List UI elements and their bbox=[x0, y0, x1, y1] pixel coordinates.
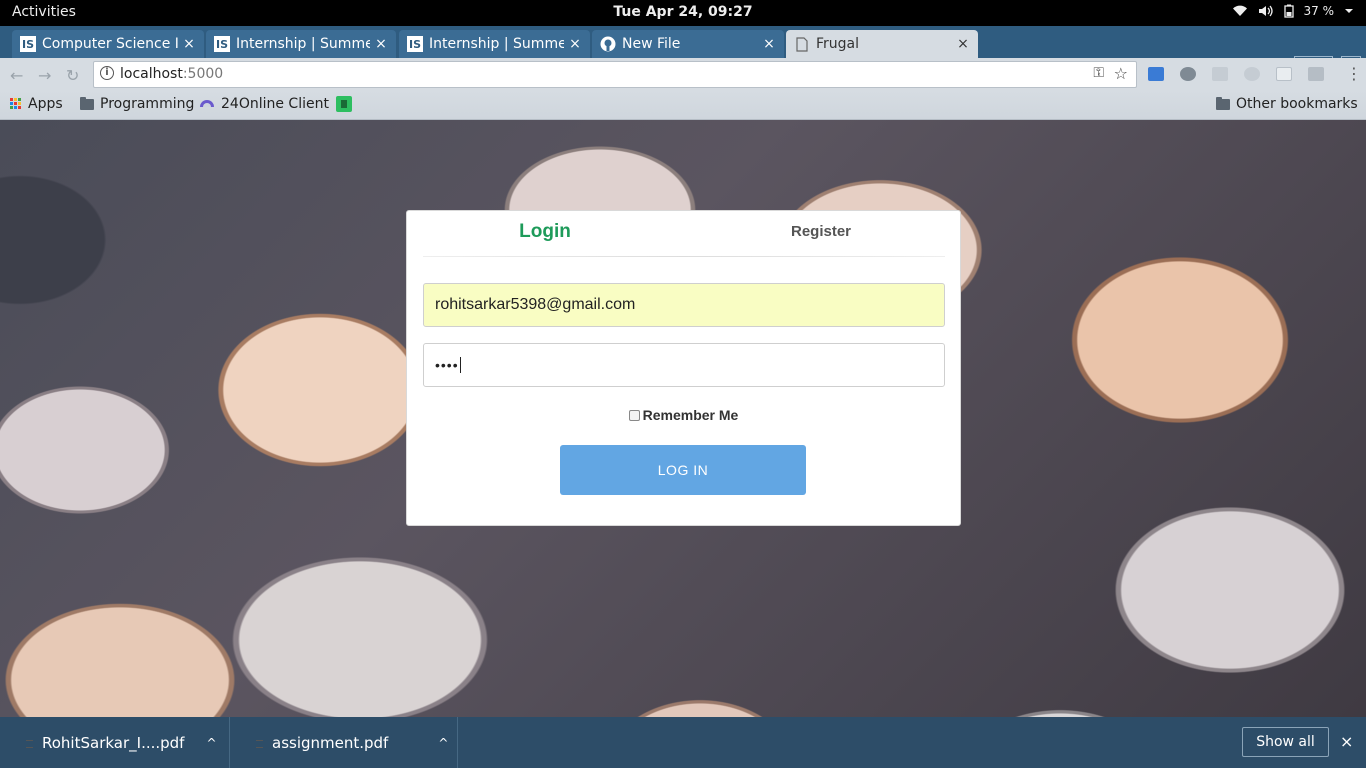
github-icon bbox=[600, 36, 616, 52]
tab-close-icon[interactable]: × bbox=[956, 36, 970, 52]
system-status-area[interactable]: 37 % bbox=[1232, 4, 1355, 18]
bookmark-label: Other bookmarks bbox=[1236, 96, 1358, 112]
login-card: Login Register rohitsarkar5398@gmail.com… bbox=[406, 210, 961, 526]
extension-5-icon[interactable] bbox=[1276, 67, 1292, 81]
tab-close-icon[interactable]: × bbox=[568, 36, 582, 52]
system-clock[interactable]: Tue Apr 24, 09:27 bbox=[0, 4, 1366, 20]
browser-tab-1[interactable]: IS Computer Science In × bbox=[12, 30, 204, 58]
tab-title: New File bbox=[622, 36, 681, 52]
is-favicon-icon: IS bbox=[214, 36, 230, 52]
bookmark-24online[interactable]: 24Online Client bbox=[199, 96, 329, 112]
download-filename: assignment.pdf bbox=[272, 733, 389, 752]
tab-register[interactable]: Register bbox=[683, 223, 959, 240]
extension-2-icon[interactable] bbox=[1180, 67, 1196, 81]
remember-me: Remember Me bbox=[407, 407, 960, 423]
show-all-downloads-button[interactable]: Show all bbox=[1242, 727, 1329, 757]
extension-3-icon[interactable] bbox=[1212, 67, 1228, 81]
folder-icon bbox=[80, 96, 94, 110]
browser-tab-2[interactable]: IS Internship | Summer × bbox=[206, 30, 396, 58]
tab-title: Internship | Summer bbox=[236, 36, 370, 52]
is-favicon-icon: IS bbox=[407, 36, 423, 52]
chevron-up-icon[interactable]: ^ bbox=[438, 736, 448, 750]
bookmark-label: Programming bbox=[100, 96, 195, 112]
download-filename: RohitSarkar_I....pdf bbox=[42, 733, 185, 752]
lightbulb-extension-icon[interactable] bbox=[1244, 67, 1260, 81]
address-bar[interactable]: i localhost:5000 ⚿ ☆ bbox=[93, 61, 1137, 88]
text-caret bbox=[459, 357, 461, 373]
bookmark-star-icon[interactable]: ☆ bbox=[1114, 64, 1128, 83]
download-shelf: RohitSarkar_I....pdf ^ assignment.pdf ^ … bbox=[0, 717, 1366, 768]
tab-divider bbox=[423, 256, 945, 257]
apps-grid-icon bbox=[10, 98, 22, 110]
login-button[interactable]: LOG IN bbox=[560, 445, 806, 495]
bookmark-label: 24Online Client bbox=[221, 96, 329, 112]
tab-title: Internship | Summer bbox=[429, 36, 564, 52]
24online-icon bbox=[199, 96, 215, 112]
bookmark-apps[interactable]: Apps bbox=[10, 96, 63, 112]
chevron-up-icon[interactable]: ^ bbox=[206, 736, 216, 750]
browser-tab-3[interactable]: IS Internship | Summer × bbox=[399, 30, 590, 58]
other-bookmarks[interactable]: Other bookmarks bbox=[1216, 96, 1358, 112]
bookmark-label: Apps bbox=[28, 96, 63, 112]
reload-button[interactable]: ↻ bbox=[66, 66, 79, 85]
back-button[interactable]: ← bbox=[10, 66, 23, 85]
volume-icon bbox=[1258, 5, 1274, 17]
browser-toolbar: ← → ↻ i localhost:5000 ⚿ ☆ ⋮ bbox=[0, 58, 1366, 90]
browser-tab-5-active[interactable]: Frugal × bbox=[786, 30, 978, 58]
tab-title: Computer Science In bbox=[42, 36, 178, 52]
browser-tab-strip: IS Computer Science In × IS Internship |… bbox=[0, 26, 1366, 78]
evernote-icon bbox=[336, 96, 352, 116]
password-field[interactable]: •••• bbox=[423, 343, 945, 387]
download-item[interactable]: RohitSarkar_I....pdf ^ bbox=[0, 717, 230, 768]
site-info-icon[interactable]: i bbox=[100, 66, 114, 80]
battery-icon bbox=[1283, 4, 1294, 18]
bookmarks-bar: Apps Programming 24Online Client Other b… bbox=[0, 90, 1366, 120]
email-value: rohitsarkar5398@gmail.com bbox=[435, 296, 636, 313]
system-top-bar: Activities Tue Apr 24, 09:27 37 % bbox=[0, 0, 1366, 26]
page-icon bbox=[794, 36, 810, 52]
bookmark-programming[interactable]: Programming bbox=[80, 96, 194, 112]
folder-icon bbox=[1216, 96, 1230, 110]
browser-tab-4[interactable]: New File × bbox=[592, 30, 784, 58]
tab-title: Frugal bbox=[816, 36, 860, 52]
battery-percentage: 37 % bbox=[1303, 4, 1335, 18]
camera-extension-icon[interactable] bbox=[1308, 67, 1324, 81]
remember-me-checkbox[interactable] bbox=[628, 410, 640, 421]
password-value: •••• bbox=[435, 357, 459, 373]
email-field[interactable]: rohitsarkar5398@gmail.com bbox=[423, 283, 945, 327]
extension-1-icon[interactable] bbox=[1148, 67, 1164, 81]
bookmark-evernote[interactable] bbox=[336, 96, 352, 116]
wifi-icon bbox=[1232, 5, 1248, 17]
tab-close-icon[interactable]: × bbox=[182, 36, 196, 52]
browser-menu-icon[interactable]: ⋮ bbox=[1346, 64, 1362, 83]
is-favicon-icon: IS bbox=[20, 36, 36, 52]
system-menu-caret-icon bbox=[1344, 7, 1354, 15]
remember-me-label[interactable]: Remember Me bbox=[643, 407, 739, 423]
close-download-shelf-icon[interactable]: × bbox=[1340, 732, 1353, 751]
tab-close-icon[interactable]: × bbox=[762, 36, 776, 52]
key-icon[interactable]: ⚿ bbox=[1093, 65, 1104, 81]
tab-close-icon[interactable]: × bbox=[374, 36, 388, 52]
activities-button[interactable]: Activities bbox=[12, 4, 76, 20]
address-url[interactable]: localhost:5000 bbox=[120, 66, 223, 82]
download-item[interactable]: assignment.pdf ^ bbox=[230, 717, 458, 768]
forward-button[interactable]: → bbox=[38, 66, 51, 85]
tab-login[interactable]: Login bbox=[407, 221, 683, 243]
